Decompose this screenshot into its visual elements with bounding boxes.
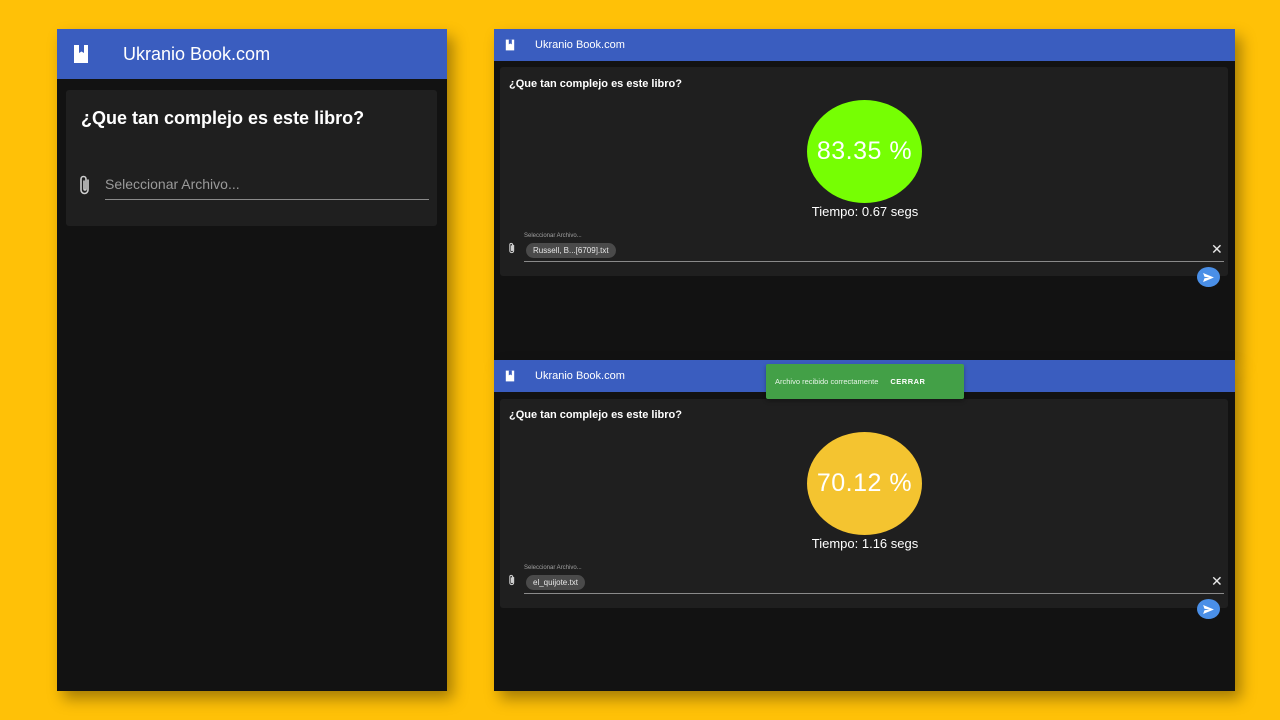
- app-title[interactable]: Ukranio Book.com: [535, 39, 625, 51]
- send-button[interactable]: [1197, 267, 1220, 287]
- file-input-label: Seleccionar Archivo...: [524, 565, 582, 571]
- send-icon: [1203, 604, 1214, 614]
- file-input-label: Seleccionar Archivo...: [524, 233, 582, 239]
- result-panel-bottom: Ukranio Book.com ¿Que tan complejo es es…: [494, 360, 1235, 691]
- processing-time: Tiempo: 0.67 segs: [811, 204, 919, 219]
- book-icon: [505, 39, 515, 51]
- mobile-panel: Ukranio Book.com ¿Que tan complejo es es…: [57, 29, 447, 691]
- complexity-score: 70.12 %: [816, 469, 913, 497]
- complexity-score: 83.35 %: [816, 137, 913, 165]
- file-input-underline: [524, 593, 1224, 594]
- book-icon: [73, 44, 89, 64]
- app-bar: Ukranio Book.com: [494, 29, 1235, 61]
- book-icon: [505, 370, 515, 382]
- file-input[interactable]: Seleccionar Archivo...: [105, 176, 240, 192]
- question-heading: ¿Que tan complejo es este libro?: [509, 409, 682, 421]
- question-heading: ¿Que tan complejo es este libro?: [81, 108, 365, 128]
- paperclip-icon[interactable]: [508, 242, 516, 254]
- snackbar-close-button[interactable]: CERRAR: [890, 377, 925, 386]
- complexity-score-circle: 70.12 %: [807, 432, 922, 535]
- file-chip[interactable]: Russell, B...[6709].txt: [526, 243, 616, 258]
- close-icon[interactable]: ✕: [1211, 242, 1223, 256]
- file-input-underline: [105, 199, 429, 200]
- send-icon: [1203, 272, 1214, 282]
- send-button[interactable]: [1197, 599, 1220, 619]
- paperclip-icon[interactable]: [78, 174, 92, 196]
- snackbar: Archivo recibido correctamente CERRAR: [766, 364, 964, 399]
- question-heading: ¿Que tan complejo es este libro?: [509, 78, 682, 90]
- snackbar-message: Archivo recibido correctamente: [775, 377, 879, 386]
- app-title[interactable]: Ukranio Book.com: [123, 44, 270, 65]
- app-bar: Ukranio Book.com: [57, 29, 447, 79]
- file-input-underline: [524, 261, 1224, 262]
- result-card: ¿Que tan complejo es este libro? 83.35 %…: [500, 67, 1228, 276]
- upload-card: ¿Que tan complejo es este libro? Selecci…: [66, 90, 437, 226]
- result-card: ¿Que tan complejo es este libro? 70.12 %…: [500, 399, 1228, 608]
- processing-time: Tiempo: 1.16 segs: [811, 536, 919, 551]
- app-title[interactable]: Ukranio Book.com: [535, 370, 625, 382]
- close-icon[interactable]: ✕: [1211, 574, 1223, 588]
- complexity-score-circle: 83.35 %: [807, 100, 922, 203]
- file-chip[interactable]: el_quijote.txt: [526, 575, 585, 590]
- result-panel-top: Ukranio Book.com ¿Que tan complejo es es…: [494, 29, 1235, 360]
- paperclip-icon[interactable]: [508, 574, 516, 586]
